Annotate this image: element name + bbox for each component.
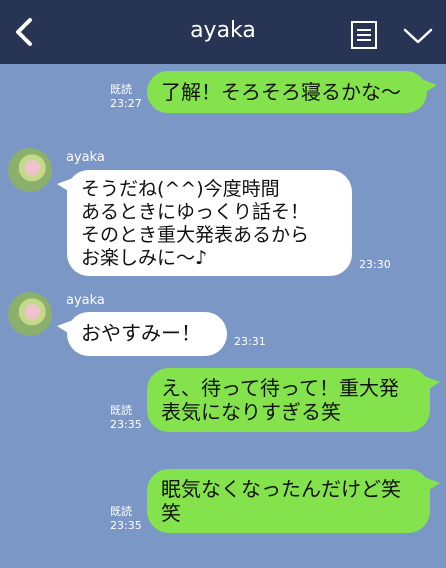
note-icon[interactable] [350, 20, 378, 50]
sender-name: ayaka [66, 293, 105, 308]
read-status: 既読 23:35 [110, 404, 142, 431]
sent-message[interactable]: 眠気なくなったんだけど笑 笑 [147, 469, 440, 533]
message-text: そうだね(^^)今度時間 あるときにゆっくり話そ！ そのとき重大発表あるから お… [81, 178, 310, 269]
chevron-down-icon[interactable] [402, 24, 434, 48]
sender-name: ayaka [66, 150, 105, 165]
sent-message[interactable]: え、待って待って！重大発 表気になりすぎる笑 [147, 368, 440, 432]
read-status: 既読 23:35 [110, 505, 142, 532]
chat-title: ayaka [190, 18, 256, 43]
message-text: 眠気なくなったんだけど笑 笑 [161, 477, 401, 525]
sent-message[interactable]: 了解！そろそろ寝るかな〜 [147, 71, 437, 113]
read-status: 既読 23:27 [110, 83, 142, 110]
chat-header: ayaka [0, 0, 446, 64]
received-message[interactable]: おやすみー！ [57, 312, 227, 356]
avatar[interactable] [8, 148, 52, 192]
received-message[interactable]: そうだね(^^)今度時間 あるときにゆっくり話そ！ そのとき重大発表あるから お… [57, 170, 352, 276]
message-text: え、待って待って！重大発 表気になりすぎる笑 [161, 376, 399, 424]
message-time: 23:31 [234, 335, 266, 348]
message-text: おやすみー！ [81, 321, 201, 345]
avatar[interactable] [8, 292, 52, 336]
message-text: 了解！そろそろ寝るかな〜 [161, 80, 401, 104]
message-time: 23:30 [359, 258, 391, 271]
